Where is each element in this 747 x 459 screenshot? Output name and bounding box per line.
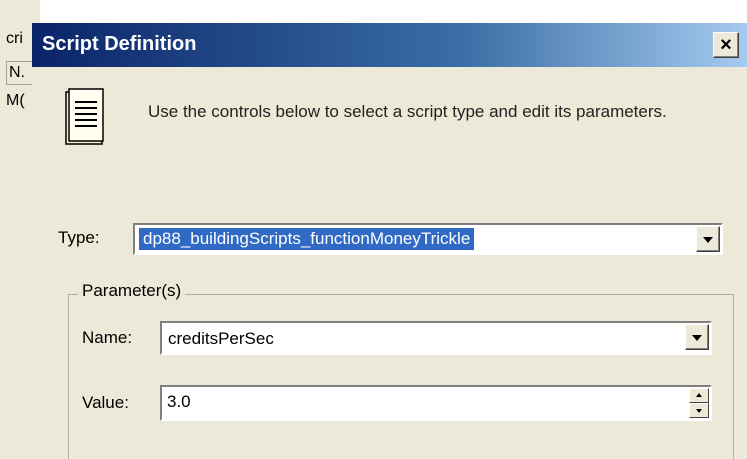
script-definition-dialog: Script Definition × Use the controls bel… (32, 23, 747, 459)
parameters-group-label: Parameter(s) (78, 281, 186, 301)
close-button[interactable]: × (713, 32, 739, 58)
value-field[interactable]: 3.0 (160, 385, 712, 421)
type-dropdown-button[interactable] (696, 226, 720, 252)
spin-up-button[interactable] (689, 388, 709, 403)
type-label: Type: (58, 228, 100, 247)
background-column-header[interactable]: N. (6, 61, 34, 85)
background-text-1: cri (6, 30, 23, 47)
parameters-group (68, 294, 734, 459)
close-icon: × (720, 34, 732, 56)
value-label: Value: (82, 393, 129, 412)
value-field-text: 3.0 (167, 392, 191, 411)
chevron-down-icon (703, 237, 713, 243)
intro-text: Use the controls below to select a scrip… (148, 102, 667, 121)
type-select[interactable]: dp88_buildingScripts_functionMoneyTrickl… (133, 223, 723, 255)
chevron-down-icon (692, 335, 702, 341)
dialog-title: Script Definition (42, 33, 197, 55)
type-selected-value: dp88_buildingScripts_functionMoneyTrickl… (139, 228, 475, 250)
name-dropdown-button[interactable] (685, 324, 709, 350)
name-label: Name: (82, 328, 133, 347)
background-text-3: M( (6, 92, 25, 109)
spin-down-button[interactable] (689, 403, 709, 418)
name-select[interactable]: creditsPerSec (160, 321, 712, 355)
note-pad-icon (65, 88, 104, 145)
value-spinner[interactable] (689, 388, 709, 418)
name-selected-value: creditsPerSec (168, 329, 274, 348)
title-bar[interactable]: Script Definition × (32, 23, 747, 67)
